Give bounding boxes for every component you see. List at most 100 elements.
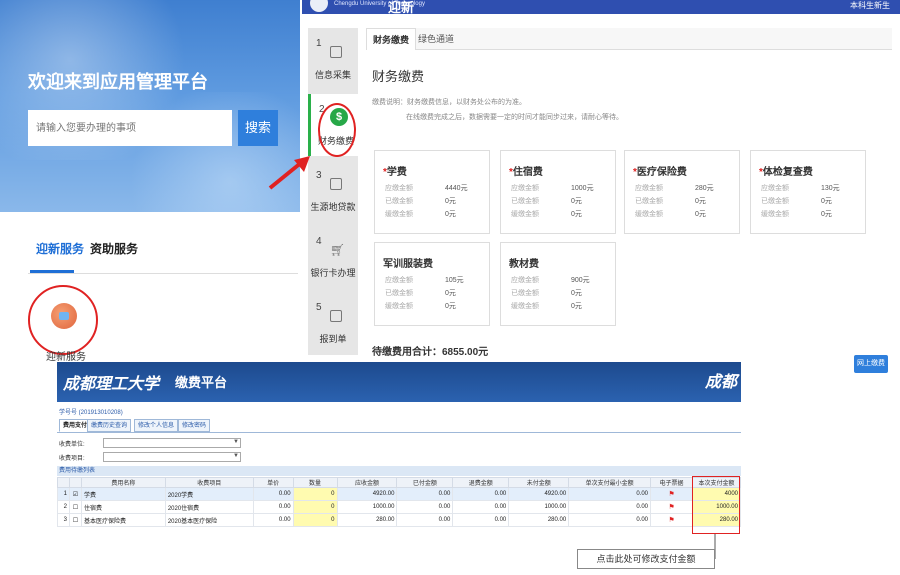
min-cell: 0.00 bbox=[568, 487, 652, 501]
fee-row-label: 已缴金额 bbox=[385, 290, 413, 297]
fee-row-label: 应缴金额 bbox=[511, 277, 539, 284]
platform-tabs: 费用支付 缴费历史查询 修改个人信息 修改密码 bbox=[57, 417, 741, 433]
portal-search-input[interactable] bbox=[28, 110, 232, 146]
receivable-cell: 280.00 bbox=[336, 513, 398, 527]
fee-row-label: 缓缴金额 bbox=[385, 303, 413, 310]
finance-note: 缴费说明：财务缴费信息，以财务处公布的为准。 bbox=[372, 99, 526, 106]
tab-edit-profile[interactable]: 修改个人信息 bbox=[134, 419, 179, 432]
fee-row-label: 缓缴金额 bbox=[385, 211, 413, 218]
fee-name: *学费 bbox=[383, 163, 407, 178]
fee-row-label: 已缴金额 bbox=[511, 290, 539, 297]
fee-row-label: 缓缴金额 bbox=[761, 211, 789, 218]
platform-title: 缴费平台 bbox=[175, 375, 228, 390]
fee-due-value: 1000元 bbox=[571, 185, 594, 192]
receivable-cell: 1000.00 bbox=[336, 500, 398, 514]
pending-fees-title: 费用待缴列表 bbox=[57, 466, 741, 476]
table-row[interactable]: 2 ☐ 住宿费 2020住宿费 0.00 0 1000.00 0.00 0.00 1000.00 0… bbox=[57, 500, 742, 514]
step-label: 信息采集 bbox=[314, 70, 351, 80]
idx-cell: 1 bbox=[57, 487, 70, 501]
step-number: 5 bbox=[316, 302, 322, 313]
item-cell: 2020住宿费 bbox=[164, 500, 254, 514]
fee-name-text: 医疗保险费 bbox=[636, 167, 687, 178]
fee-name: *住宿费 bbox=[509, 163, 543, 178]
fee-card: *住宿费 应缴金额 1000元 已缴金额 0元 缓缴金额 0元 bbox=[500, 150, 616, 234]
tab-change-password[interactable]: 修改密码 bbox=[178, 419, 211, 432]
table-row[interactable]: 3 ☐ 基本医疗保险费 2020基本医疗保险 0.00 0 280.00 0.00 0.00 28… bbox=[57, 513, 742, 527]
chevron-down-icon: ▼ bbox=[233, 439, 239, 445]
fee-row-label: 应缴金额 bbox=[511, 185, 539, 192]
name-cell: 基本医疗保险费 bbox=[80, 513, 166, 527]
tab-welcome-service[interactable]: 迎新服务 bbox=[36, 240, 84, 257]
finance-tabs: 财务缴费 绿色通道 bbox=[366, 28, 892, 50]
finance-header: Chengdu University of Technology 迎新 本科生新… bbox=[302, 0, 900, 15]
fee-paid-value: 0元 bbox=[695, 198, 706, 205]
fee-row-label: 应缴金额 bbox=[761, 185, 789, 192]
step-report-form[interactable]: 5 报到单 bbox=[308, 292, 358, 354]
fee-row-label: 应缴金额 bbox=[385, 277, 413, 284]
online-pay-button[interactable]: 网上缴费 bbox=[854, 355, 888, 373]
e-invoice-flag-icon[interactable]: ⚑ bbox=[650, 487, 693, 501]
finance-note: 在线缴费完成之后，数据需要一定的时间才能同步过来，请耐心等待。 bbox=[406, 114, 623, 121]
row-checkbox[interactable]: ☑ bbox=[68, 487, 82, 501]
chevron-down-icon: ▼ bbox=[233, 453, 239, 459]
active-tab-underline bbox=[30, 270, 74, 273]
finance-header-title: 迎新 bbox=[388, 0, 415, 15]
welcome-service-tile[interactable] bbox=[28, 285, 98, 355]
fee-due-value: 280元 bbox=[695, 185, 714, 192]
name-cell: 住宿费 bbox=[80, 500, 166, 514]
tab-payment-history[interactable]: 缴费历史查询 bbox=[87, 419, 132, 432]
edit-amount-hint: 点击此处可修改支付金额 bbox=[577, 549, 715, 569]
step-number: 3 bbox=[316, 170, 322, 181]
paid-cell: 0.00 bbox=[396, 513, 454, 527]
column-header: 已付金额 bbox=[396, 477, 454, 488]
charge-unit-select[interactable]: ▼ bbox=[103, 438, 241, 448]
qty-cell[interactable]: 0 bbox=[292, 513, 338, 527]
fee-row-label: 应缴金额 bbox=[635, 185, 663, 192]
fee-row-label: 缓缴金额 bbox=[511, 303, 539, 310]
fee-name: 军训服装费 bbox=[383, 255, 433, 270]
row-checkbox[interactable]: ☐ bbox=[68, 513, 82, 527]
fee-name-text: 体检复查费 bbox=[762, 167, 813, 178]
payment-platform: 成都理工大学 缴费平台 成都 学号号 (201913010208) 费用支付 缴… bbox=[57, 362, 742, 575]
column-header: 费用名称 bbox=[80, 477, 166, 488]
tab-aid-service[interactable]: 资助服务 bbox=[90, 240, 138, 257]
charge-item-select[interactable]: ▼ bbox=[103, 452, 241, 462]
fee-name: *体检复查费 bbox=[759, 163, 813, 178]
fee-paid-value: 0元 bbox=[571, 290, 582, 297]
tab-finance-payment[interactable]: 财务缴费 bbox=[366, 28, 417, 50]
step-label: 生源地贷款 bbox=[310, 202, 356, 212]
price-cell: 0.00 bbox=[252, 500, 294, 514]
e-invoice-flag-icon[interactable]: ⚑ bbox=[650, 500, 693, 514]
min-cell: 0.00 bbox=[568, 513, 652, 527]
fee-name-text: 军训服装费 bbox=[383, 259, 433, 270]
step-number: 1 bbox=[316, 38, 322, 49]
fee-due-value: 900元 bbox=[571, 277, 590, 284]
header-user[interactable]: 本科生新生 bbox=[850, 0, 890, 11]
platform-header: 成都理工大学 缴费平台 成都 bbox=[57, 362, 741, 402]
pointer-arrow-icon bbox=[268, 156, 310, 190]
receivable-cell: 4920.00 bbox=[336, 487, 398, 501]
e-invoice-flag-icon[interactable]: ⚑ bbox=[650, 513, 693, 527]
idx-cell: 2 bbox=[57, 500, 70, 514]
table-row[interactable]: 1 ☑ 学费 2020学费 0.00 0 4920.00 0.00 0.00 4920.00 0.0… bbox=[57, 487, 742, 501]
refund-cell: 0.00 bbox=[452, 500, 510, 514]
portal-search-button[interactable]: 搜索 bbox=[238, 110, 278, 146]
platform-school-logo: 成都理工大学 bbox=[63, 374, 160, 393]
portal-panel: 欢迎来到应用管理平台 搜索 迎新服务 资助服务 迎新服务 bbox=[0, 0, 300, 385]
row-checkbox[interactable]: ☐ bbox=[68, 500, 82, 514]
fee-name: *医疗保险费 bbox=[633, 163, 687, 178]
step-info-collection[interactable]: 1 信息采集 bbox=[308, 28, 358, 90]
qty-cell[interactable]: 0 bbox=[292, 500, 338, 514]
fee-row-label: 缓缴金额 bbox=[511, 211, 539, 218]
finance-title: 财务缴费 bbox=[372, 69, 425, 84]
tab-green-channel[interactable]: 绿色通道 bbox=[418, 28, 454, 50]
platform-user-id: 学号号 (201913010208) bbox=[59, 410, 123, 416]
pay-amount-highlight bbox=[692, 476, 740, 534]
fee-deferred-value: 0元 bbox=[695, 211, 706, 218]
qty-cell[interactable]: 0 bbox=[292, 487, 338, 501]
column-header: 未付金额 bbox=[508, 477, 570, 488]
column-header: 数量 bbox=[292, 477, 338, 488]
finance-total: 待缴费用合计：6855.00元 bbox=[372, 347, 489, 358]
step-bank-card[interactable]: 4 🛒︎ 银行卡办理 bbox=[308, 226, 358, 288]
portal-service-tabs: 迎新服务 资助服务 bbox=[28, 240, 298, 274]
